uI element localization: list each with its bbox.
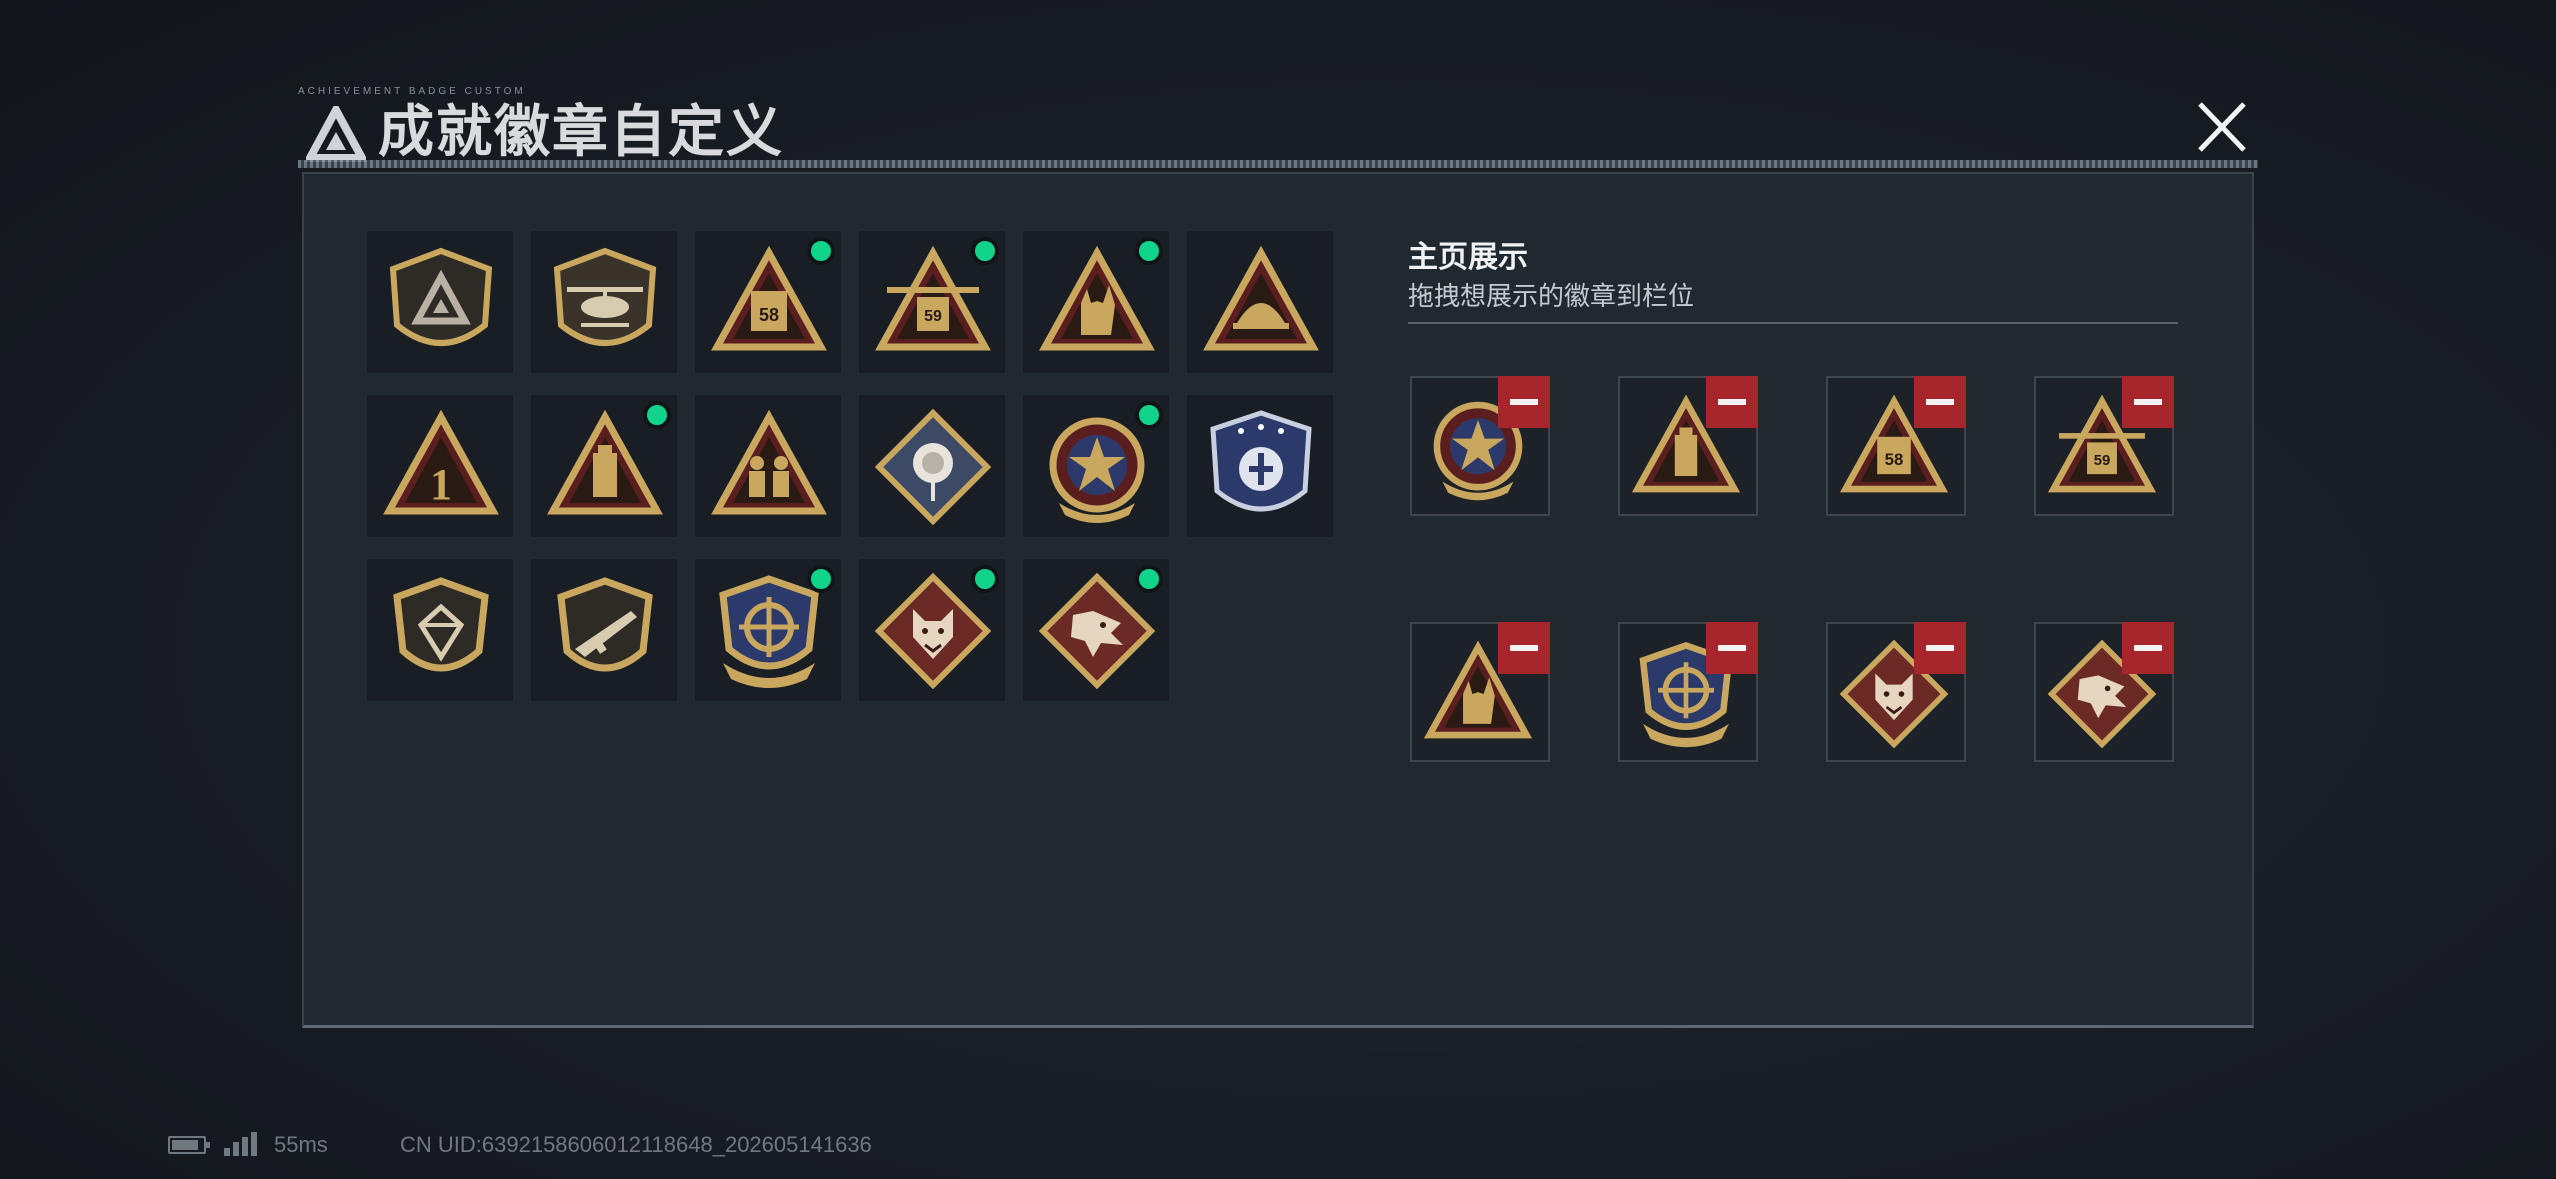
display-title: 主页展示 — [1408, 241, 1528, 274]
svg-text:59: 59 — [2094, 452, 2111, 469]
new-indicator-dot — [1135, 565, 1163, 593]
badge-slot[interactable] — [530, 394, 678, 538]
header-divider — [298, 160, 2258, 168]
new-indicator-dot — [1135, 237, 1163, 265]
blue-eagle-shield-badge-icon — [1210, 410, 1312, 512]
signal-icon — [224, 1132, 260, 1156]
shield-triangle-badge-icon — [389, 247, 493, 346]
new-indicator-dot — [807, 237, 835, 265]
soldiers-triangle-badge-icon — [711, 409, 827, 515]
badge-slot[interactable] — [694, 394, 842, 538]
badge-slot[interactable] — [858, 558, 1006, 702]
badge-slot[interactable]: 58 — [694, 230, 842, 374]
new-indicator-dot — [971, 237, 999, 265]
new-indicator-dot — [643, 401, 671, 429]
new-indicator-dot — [971, 565, 999, 593]
battery-icon — [168, 1136, 210, 1154]
display-divider — [1408, 322, 2178, 324]
new-indicator-dot — [807, 565, 835, 593]
remove-badge-button[interactable] — [1706, 376, 1758, 428]
badge-slot[interactable] — [1186, 230, 1334, 374]
remove-badge-button[interactable] — [1498, 622, 1550, 674]
rifle-shield-badge-icon — [557, 577, 653, 672]
badge-slot[interactable] — [1186, 394, 1334, 538]
svg-text:1: 1 — [430, 460, 452, 509]
badge-slot[interactable] — [366, 230, 514, 374]
gem-shield-badge-icon — [393, 577, 489, 672]
display-slot[interactable] — [2034, 622, 2174, 762]
svg-text:58: 58 — [759, 305, 779, 325]
badge-slot[interactable]: 1 — [366, 394, 514, 538]
display-slot[interactable] — [1618, 376, 1758, 516]
number-one-triangle-badge-icon: 1 — [383, 409, 499, 515]
badge-slot[interactable] — [530, 230, 678, 374]
display-slot[interactable]: 58 — [1826, 376, 1966, 516]
new-indicator-dot — [1135, 401, 1163, 429]
badge-slot[interactable] — [1022, 230, 1170, 374]
display-slot[interactable] — [1410, 376, 1550, 516]
svg-text:58: 58 — [1885, 450, 1904, 469]
rose-diamond-badge-icon — [874, 408, 992, 526]
badge-slot[interactable] — [530, 558, 678, 702]
badge-slot[interactable] — [1022, 394, 1170, 538]
display-slot[interactable] — [1826, 622, 1966, 762]
ping-text: 55ms — [274, 1132, 328, 1157]
helmet-triangle-badge-icon — [1203, 245, 1319, 351]
badge-slot[interactable] — [858, 394, 1006, 538]
display-subtitle: 拖拽想展示的徽章到栏位 — [1408, 281, 1695, 311]
badge-slot[interactable] — [1022, 558, 1170, 702]
svg-text:59: 59 — [924, 308, 942, 325]
remove-badge-button[interactable] — [2122, 376, 2174, 428]
display-slot[interactable] — [1618, 622, 1758, 762]
helicopter-shield-badge-icon — [553, 247, 657, 346]
dialog-title: 成就徽章自定义 — [378, 100, 784, 165]
badge-slot[interactable] — [366, 558, 514, 702]
remove-badge-button[interactable] — [1914, 622, 1966, 674]
badge-slot[interactable]: 59 — [858, 230, 1006, 374]
display-slot[interactable] — [1410, 622, 1550, 762]
delta-logo-icon — [306, 106, 366, 162]
remove-badge-button[interactable] — [1914, 376, 1966, 428]
close-button[interactable] — [2186, 98, 2258, 158]
remove-badge-button[interactable] — [1498, 376, 1550, 428]
display-slot[interactable]: 59 — [2034, 376, 2174, 516]
remove-badge-button[interactable] — [1706, 622, 1758, 674]
remove-badge-button[interactable] — [2122, 622, 2174, 674]
dialog-subtitle-small: ACHIEVEMENT BADGE CUSTOM — [298, 86, 526, 97]
badge-slot[interactable] — [694, 558, 842, 702]
uid-text: CN UID:6392158606012118648_202605141636 — [400, 1132, 872, 1157]
close-icon — [2198, 102, 2246, 152]
